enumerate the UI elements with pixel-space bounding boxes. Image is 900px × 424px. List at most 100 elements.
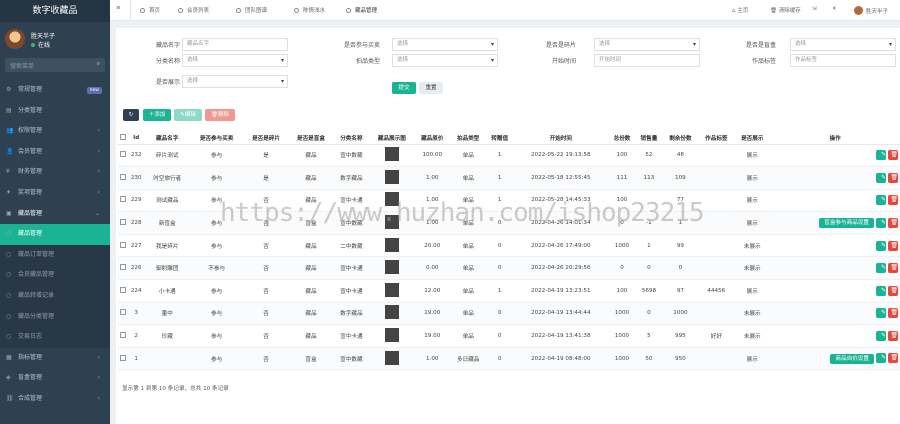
dock-icon[interactable]: ⇲ [812, 6, 817, 12]
filter-select[interactable]: 选择 [790, 38, 896, 51]
table-row[interactable]: 226 御射雕团 不参与否藏品 宣中卡通 0.00 单品 0 2022-04-26 20:29… [118, 256, 900, 281]
collection-thumbnail[interactable] [384, 215, 399, 230]
edit-row-icon[interactable]: ✎ [876, 353, 886, 364]
row-checkbox[interactable] [119, 264, 126, 271]
sidebar-item-14[interactable]: ◈ 盲盒管理 ‹ [0, 368, 110, 389]
delete-row-icon[interactable]: 🗑 [888, 172, 898, 183]
collection-thumbnail[interactable] [384, 260, 399, 275]
collection-thumbnail[interactable] [384, 350, 399, 365]
sidebar-item-11[interactable]: ○ 藏品分类管理 [0, 306, 110, 328]
sidebar-item-9[interactable]: ○ 会员藏品管理 [0, 265, 110, 286]
edit-row-icon[interactable]: ✎ [876, 195, 886, 206]
row-checkbox[interactable] [119, 196, 126, 203]
collection-thumbnail[interactable] [384, 282, 399, 297]
edit-row-icon[interactable]: ✎ [876, 331, 886, 342]
extra-settings-button[interactable]: 商品自价设置 [830, 353, 874, 364]
tab-team-graph[interactable]: 团队图谱 [236, 6, 267, 14]
tab-shallow[interactable]: 陈情浅水 [294, 6, 325, 14]
edit-row-icon[interactable]: ✎ [876, 263, 886, 274]
edit-row-icon[interactable]: ✎ [876, 240, 886, 251]
sidebar-search[interactable]: 搜索菜单 ⌕ [5, 58, 105, 72]
avatar[interactable] [5, 29, 25, 49]
edit-row-icon[interactable]: ✎ [876, 217, 886, 228]
close-icon[interactable]: ✕ [832, 6, 837, 12]
sidebar-item-10[interactable]: ○ 藏品转增记录 [0, 285, 110, 307]
delete-row-icon[interactable]: 🗑 [888, 240, 898, 251]
sidebar-item-2[interactable]: 👥 权限管理 ‹ [0, 121, 110, 142]
submit-button[interactable]: 提交 [392, 82, 416, 94]
table-row[interactable]: 232 碎片测试 参与是藏品 宣中数藏 100.00 单品 1 2022-05-22 19:1… [118, 144, 900, 168]
clear-cache-link[interactable]: 🗑 清除缓存 [770, 6, 801, 14]
checkbox[interactable] [119, 133, 126, 140]
filter-select[interactable]: 选择 [182, 54, 288, 67]
edit-row-icon[interactable]: ✎ [876, 150, 886, 161]
sidebar-item-15[interactable]: ⛓ 合成管理 ‹ [0, 389, 110, 410]
tab-home[interactable]: 首页 [140, 6, 160, 14]
delete-button[interactable]: 🗑删除 [205, 109, 235, 121]
filter-select[interactable]: 选择 [594, 38, 700, 51]
row-checkbox[interactable] [119, 219, 126, 226]
sidebar-item-3[interactable]: 👤 会员管理 ‹ [0, 142, 110, 163]
edit-button[interactable]: ✎编辑 [174, 109, 202, 121]
sidebar-item-8[interactable]: ○ 藏品订单管理 [0, 244, 110, 266]
table-row[interactable]: 224 小卡通 参与否藏品 宣中卡通 12.00 单品 1 2022-04-19 13:23:… [118, 279, 900, 303]
sidebar-item-0[interactable]: ⚙ 常规管理 new [0, 80, 110, 101]
delete-row-icon[interactable]: 🗑 [888, 263, 898, 274]
filter-input[interactable]: 开始时间 [594, 54, 700, 67]
row-checkbox[interactable] [119, 151, 126, 158]
add-button[interactable]: ＋添加 [143, 109, 171, 121]
collection-thumbnail[interactable] [384, 147, 399, 162]
menu-icon[interactable]: ≡ [116, 5, 121, 11]
filter-select[interactable]: 选择 [182, 75, 288, 88]
sidebar-item-13[interactable]: ▦ 指标管理 ‹ [0, 348, 110, 369]
home-link[interactable]: ⌂ 主页 [732, 6, 748, 14]
collection-thumbnail[interactable] [384, 169, 399, 184]
table-row[interactable]: 229 测试藏品 参与否藏品 宣中卡通 1.00 单品 1 2022-05-28 14:45:… [118, 189, 900, 213]
table-row[interactable]: 227 我是碎片 参与否藏品 二中数藏 20.00 单品 0 2022-04-26 17:49… [118, 234, 900, 258]
row-checkbox[interactable] [119, 309, 126, 316]
delete-row-icon[interactable]: 🗑 [888, 195, 898, 206]
collection-thumbnail[interactable] [384, 237, 399, 252]
row-checkbox[interactable] [119, 173, 126, 180]
sidebar-item-6[interactable]: ▣ 藏品管理 ⌄ [0, 204, 110, 225]
delete-row-icon[interactable]: 🗑 [888, 353, 898, 364]
tab-collection-manage[interactable]: 藏品管理 [346, 6, 377, 14]
row-checkbox[interactable] [119, 332, 126, 339]
extra-settings-button[interactable]: 盲盒参与商品设置 [819, 218, 874, 229]
search-icon[interactable]: ⌕ [97, 60, 100, 68]
search-input[interactable]: 搜索菜单 [10, 61, 34, 70]
collection-thumbnail[interactable] [384, 328, 399, 343]
collection-thumbnail[interactable] [384, 305, 399, 320]
delete-row-icon[interactable]: 🗑 [888, 331, 898, 342]
filter-input[interactable]: 藏品名字 [182, 38, 288, 51]
delete-row-icon[interactable]: 🗑 [888, 217, 898, 228]
filter-select[interactable]: 选择 [392, 54, 498, 67]
collection-thumbnail[interactable] [384, 192, 399, 207]
delete-row-icon[interactable]: 🗑 [888, 308, 898, 319]
row-checkbox[interactable] [119, 241, 126, 248]
top-user[interactable]: 胜天半子 [854, 6, 888, 15]
tab-member-list[interactable]: 会员列表 [178, 6, 209, 14]
sidebar-item-4[interactable]: ¥ 财务管理 ‹ [0, 162, 110, 183]
table-row[interactable]: 1 参与否盲盒 宣中数藏 1.00 多日藏品 0 2022-04-19 08:48:00 10… [118, 347, 900, 371]
refresh-button[interactable]: ↻ [123, 109, 139, 121]
sidebar-item-1[interactable]: ▤ 分类管理 [0, 101, 110, 122]
delete-row-icon[interactable]: 🗑 [888, 285, 898, 296]
select-all-checkbox[interactable] [118, 132, 128, 145]
filter-input[interactable]: 作品标签 [790, 54, 896, 67]
sidebar-item-12[interactable]: ○ 交易日志 [0, 327, 110, 348]
table-row[interactable]: 3 董中 参与否藏品 数字藏品 19.00 单品 0 2022-04-19 13:44:44 1… [118, 302, 900, 326]
edit-row-icon[interactable]: ✎ [876, 308, 886, 319]
filter-select[interactable]: 选择 [392, 38, 498, 51]
table-row[interactable]: 230 时空旅行者 参与是藏品 数字藏品 1.00 单品 1 2022-05-18 12:55… [118, 166, 900, 190]
edit-row-icon[interactable]: ✎ [876, 285, 886, 296]
table-row[interactable]: 228 新盲盒 参与否盲盒 宣中数藏 1.00 单品 0 2022-04-26 14:01:3… [118, 211, 900, 235]
delete-row-icon[interactable]: 🗑 [888, 150, 898, 161]
sidebar-item-7[interactable]: ○ 藏品管理 [0, 224, 110, 245]
edit-row-icon[interactable]: ✎ [876, 172, 886, 183]
row-checkbox[interactable] [119, 286, 126, 293]
sidebar-item-5[interactable]: ✦ 奖项管理 ‹ [0, 183, 110, 204]
reset-button[interactable]: 重置 [419, 82, 443, 94]
row-checkbox[interactable] [119, 354, 126, 361]
table-row[interactable]: 2 珍藏 参与否藏品 宣中卡通 19.00 单品 0 2022-04-19 13:41:38 1… [118, 324, 900, 348]
